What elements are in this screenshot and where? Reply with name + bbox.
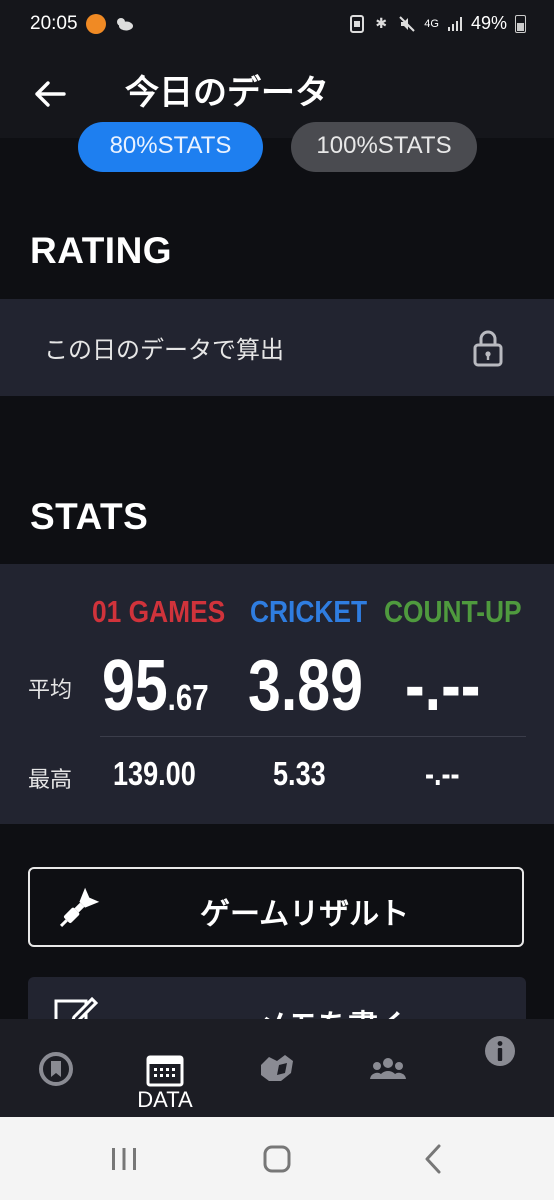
col-head-count-up: COUNT-UP xyxy=(384,594,522,629)
avg-01-int: 95 xyxy=(102,646,168,726)
max-label: 最高 xyxy=(28,768,73,793)
avg-01-dec: .67 xyxy=(167,677,209,718)
arrow-left-icon xyxy=(35,81,66,107)
status-time: 20:05 xyxy=(30,13,78,34)
col-head-cricket: CRICKET xyxy=(250,594,368,629)
avg-cricket: 3.89 xyxy=(248,646,363,726)
avg-label: 平均 xyxy=(28,678,73,703)
nav-item-home[interactable] xyxy=(34,1019,78,1117)
nfc-icon xyxy=(350,14,365,33)
app-header: 今日のデータ xyxy=(0,52,554,138)
status-left: 20:05 xyxy=(30,13,134,35)
max-01-games: 139.00 xyxy=(113,755,196,792)
status-bar: 20:05 ✱ 4G 49% xyxy=(0,0,554,52)
filter-80-stats[interactable]: 80%STATS xyxy=(78,122,263,172)
col-head-01-games: 01 GAMES xyxy=(92,594,226,629)
dart-icon xyxy=(59,887,100,928)
avg-count-up: -.-- xyxy=(405,646,481,726)
nav-item-data[interactable]: DATA xyxy=(132,1019,198,1117)
max-cricket: 5.33 xyxy=(273,755,326,792)
filter-80-label: 80%STATS xyxy=(109,132,232,159)
status-right: ✱ 4G 49% xyxy=(350,13,526,34)
stats-heading: STATS xyxy=(30,496,149,537)
filter-100-stats[interactable]: 100%STATS xyxy=(291,122,477,172)
nav-item-region[interactable] xyxy=(254,1019,300,1117)
info-icon xyxy=(485,1036,515,1066)
home-icon xyxy=(39,1052,73,1086)
back-button[interactable] xyxy=(28,72,72,116)
nav-label-data: DATA xyxy=(137,1087,193,1112)
app-notification-icon xyxy=(85,14,106,34)
back-nav-button[interactable] xyxy=(414,1139,454,1179)
nav-item-friends[interactable] xyxy=(366,1019,410,1117)
lock-icon xyxy=(473,330,503,367)
bluetooth-icon: ✱ xyxy=(375,15,388,31)
friends-icon xyxy=(370,1058,406,1079)
avg-01-games: 95.67 xyxy=(102,650,209,722)
battery-icon xyxy=(515,14,526,33)
signal-icon xyxy=(447,16,462,31)
rating-row[interactable]: この日のデータで算出 xyxy=(0,299,554,396)
home-button[interactable] xyxy=(257,1139,297,1179)
weather-icon xyxy=(116,18,133,31)
region-icon xyxy=(261,1055,293,1081)
game-result-button[interactable]: ゲームリザルト xyxy=(28,867,524,947)
recents-button[interactable] xyxy=(104,1139,144,1179)
rating-heading: RATING xyxy=(30,230,173,271)
stats-panel: 01 GAMES CRICKET COUNT-UP 平均 95.67 3.89 … xyxy=(0,564,554,824)
bottom-nav: DATA xyxy=(0,1019,554,1117)
mute-icon xyxy=(399,15,415,32)
nav-item-info[interactable] xyxy=(480,1019,520,1117)
rating-row-text: この日のデータで算出 xyxy=(44,336,284,364)
page-title: 今日のデータ xyxy=(125,73,329,113)
filter-100-label: 100%STATS xyxy=(316,132,452,159)
game-result-label: ゲームリザルト xyxy=(200,897,410,932)
system-nav-bar xyxy=(0,1117,554,1200)
battery-percent: 49% xyxy=(470,13,507,33)
network-type: 4G xyxy=(424,17,439,30)
stats-divider xyxy=(100,736,526,737)
max-count-up: -.-- xyxy=(425,755,460,792)
